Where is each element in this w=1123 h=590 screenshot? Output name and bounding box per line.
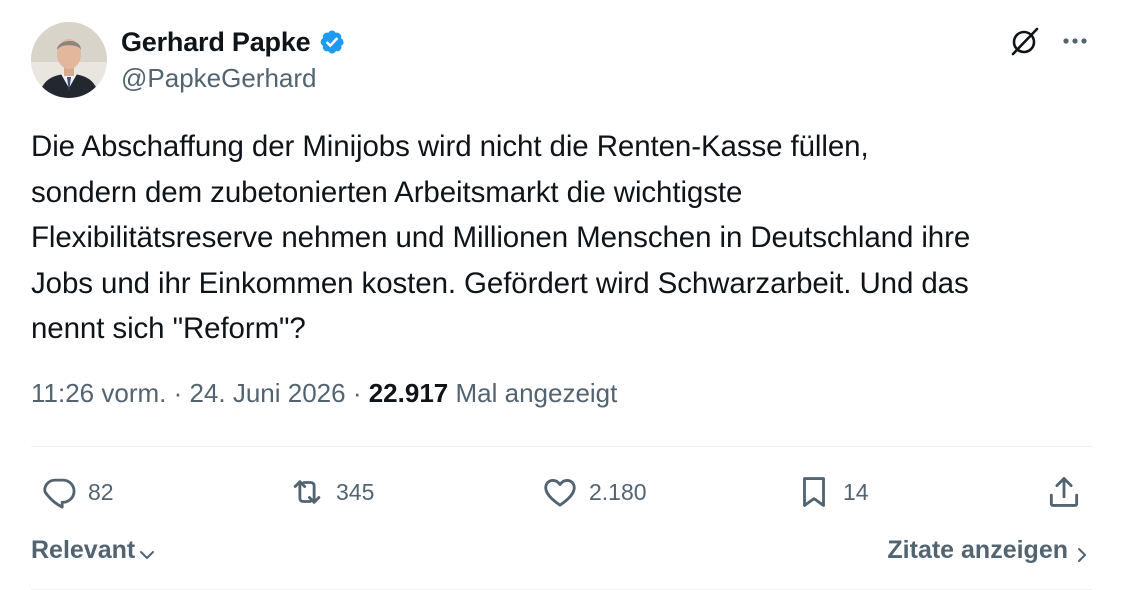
verified-badge-icon [317,27,347,57]
tweet-detail: Gerhard Papke @PapkeGerhard Die Abschaff… [0,0,1123,590]
retweet-icon [288,473,326,511]
views-count: 22.917 [368,378,449,408]
share-button[interactable] [1045,472,1083,512]
tweet-date[interactable]: 24. Juni 2026 [189,378,345,408]
bookmark-icon [795,473,833,511]
like-count: 2.180 [589,478,647,505]
like-icon [541,473,579,511]
tweet-text-line: sondern dem zubetonierten Arbeitsmarkt d… [31,175,743,209]
quotes-label: Zitate anzeigen [887,536,1068,564]
meta-separator: · [166,378,190,408]
divider [31,446,1092,447]
retweet-button[interactable]: 345 [288,472,374,512]
avatar[interactable] [31,22,107,98]
bookmark-count: 14 [843,478,869,505]
tweet-time[interactable]: 11:26 vorm. [31,378,166,408]
display-name[interactable]: Gerhard Papke [121,27,311,58]
reply-icon [40,473,78,511]
reply-count: 82 [88,478,114,505]
chevron-right-icon [1074,542,1090,562]
chevron-down-icon [138,542,156,560]
view-quotes-link[interactable]: Zitate anzeigen [887,536,1090,565]
more-icon[interactable] [1058,24,1092,58]
sort-dropdown[interactable]: Relevant [31,536,156,565]
share-icon [1045,473,1083,511]
reply-button[interactable]: 82 [40,472,114,512]
tweet-meta: 11:26 vorm. · 24. Juni 2026 · 22.917 Mal… [31,378,617,409]
like-button[interactable]: 2.180 [541,472,647,512]
views-label: Mal angezeigt [455,378,618,408]
tweet-text-line: Flexibilitätsreserve nehmen und Millione… [31,221,971,254]
tweet-text: Die Abschaffung der Minijobs wird nicht … [31,124,1101,352]
bookmark-button[interactable]: 14 [795,472,869,512]
meta-separator: · [345,378,369,408]
tweet-text-line: Jobs und ihr Einkommen kosten. Gefördert… [31,266,969,300]
retweet-count: 345 [336,478,375,505]
grok-icon[interactable] [1006,24,1042,60]
tweet-text-line: nennt sich "Reform"? [31,312,306,345]
avatar-image [31,22,107,98]
handle[interactable]: @PapkeGerhard [121,63,317,94]
sort-label: Relevant [31,536,136,564]
tweet-text-line: Die Abschaffung der Minijobs wird nicht … [31,130,869,163]
